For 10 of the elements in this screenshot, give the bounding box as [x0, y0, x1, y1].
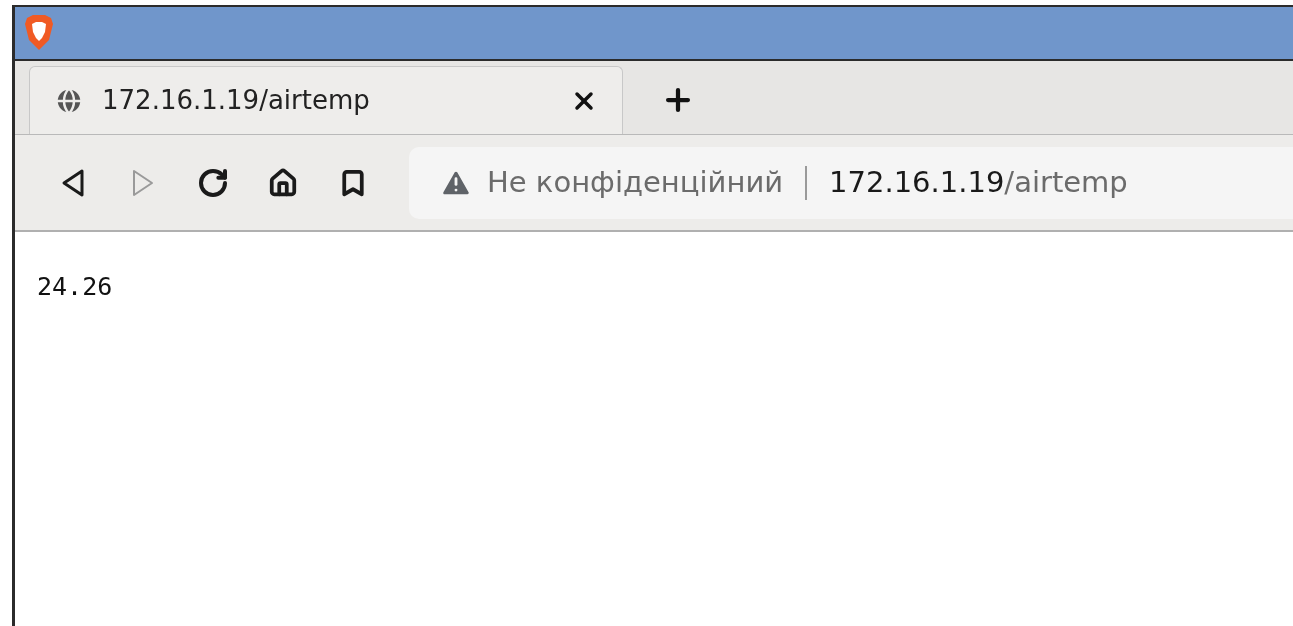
tab-title: 172.16.1.19/airtemp: [102, 84, 371, 117]
home-icon: [268, 167, 298, 198]
page-text: 24.26: [37, 271, 114, 303]
security-label: Не конфіденційний: [487, 163, 784, 201]
url-text: 172.16.1.19/airtemp: [829, 163, 1128, 201]
browser-tab[interactable]: 172.16.1.19/airtemp: [29, 66, 623, 134]
address-bar[interactable]: Не конфіденційний 172.16.1.19/airtemp: [409, 146, 1293, 219]
forward-icon: [130, 167, 156, 198]
back-icon: [60, 167, 86, 198]
reload-icon: [197, 166, 229, 199]
